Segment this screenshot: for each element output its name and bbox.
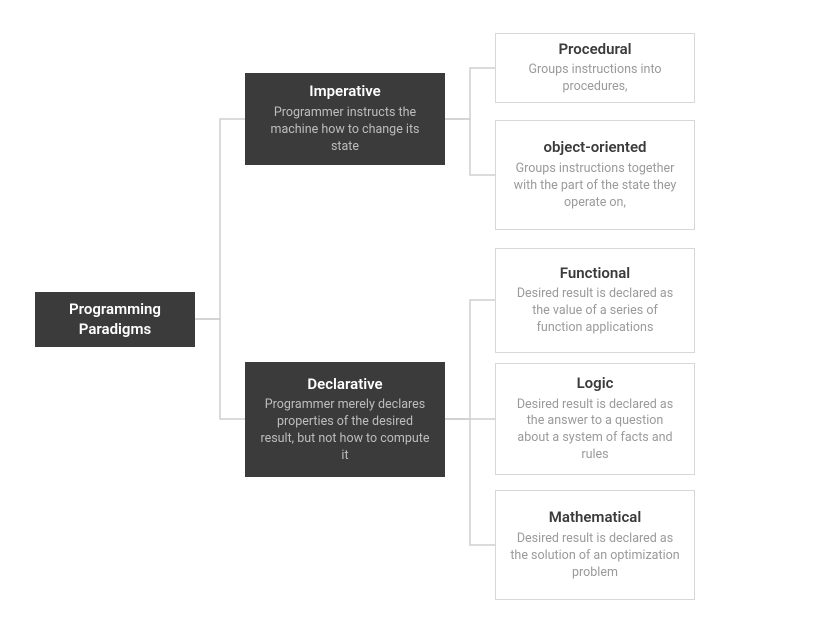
node-imperative-subtitle: Programmer instructs the machine how to … [260,105,430,156]
node-logic-subtitle: Desired result is declared as the answer… [510,397,680,465]
node-object-oriented-title: object-oriented [544,138,647,158]
node-procedural-title: Procedural [558,40,631,60]
node-imperative-title: Imperative [309,82,380,102]
node-object-oriented-subtitle: Groups instructions together with the pa… [510,161,680,212]
node-declarative: Declarative Programmer merely declares p… [245,362,445,477]
node-functional-title: Functional [560,264,630,284]
node-mathematical-title: Mathematical [549,508,641,528]
node-logic: Logic Desired result is declared as the … [495,363,695,475]
node-mathematical-subtitle: Desired result is declared as the soluti… [510,531,680,582]
node-root-title: Programming Paradigms [50,300,180,339]
node-declarative-subtitle: Programmer merely declares properties of… [260,397,430,465]
node-mathematical: Mathematical Desired result is declared … [495,490,695,600]
node-logic-title: Logic [577,374,614,394]
node-functional: Functional Desired result is declared as… [495,248,695,353]
node-procedural: Procedural Groups instructions into proc… [495,33,695,103]
node-functional-subtitle: Desired result is declared as the value … [510,286,680,337]
node-root: Programming Paradigms [35,292,195,347]
node-declarative-title: Declarative [307,375,382,395]
node-imperative: Imperative Programmer instructs the mach… [245,73,445,165]
node-object-oriented: object-oriented Groups instructions toge… [495,120,695,230]
node-procedural-subtitle: Groups instructions into procedures, [510,62,680,96]
